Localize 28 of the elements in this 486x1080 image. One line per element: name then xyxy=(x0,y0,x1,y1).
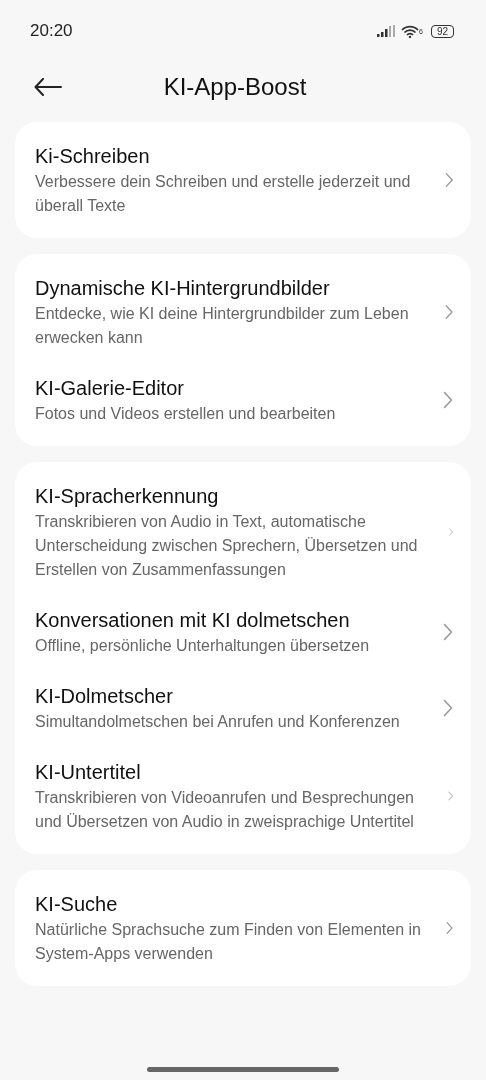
item-description: Offline, persönliche Unterhaltungen übersetzen xyxy=(35,636,371,656)
item-description: Verbessere dein Schreiben und erstelle jederzeit und überall Texte xyxy=(35,172,412,216)
chevron-right-icon[interactable] xyxy=(445,919,453,937)
item-title: KI-Dolmetscher xyxy=(35,684,174,709)
item-title: KI-Galerie-Editor xyxy=(35,376,185,401)
item-description: Simultandolmetschen bei Anrufen und Konferenzen xyxy=(35,712,401,732)
item-description: Transkribieren von Videoanrufen und Besprechungen und Übersetzen von Audio in zweisprachige Untertitel xyxy=(35,788,415,832)
item-description: Transkribieren von Audio in Text, automatische Unterscheidung zwischen Sprechern, Übersetzen und Erstellen von Zusammenfassungen xyxy=(35,512,419,580)
battery-indicator: 92 xyxy=(430,24,454,38)
chevron-right-icon[interactable] xyxy=(443,623,453,641)
item-title: KI-Suche xyxy=(35,892,119,917)
page-title: KI-App-Boost xyxy=(162,72,308,102)
item-description: Fotos und Videos erstellen und bearbeiten xyxy=(35,404,337,424)
status-time: 20:20 xyxy=(30,20,73,43)
item-title: Dynamische KI-Hintergrundbilder xyxy=(35,276,331,301)
chevron-right-icon[interactable] xyxy=(443,699,453,717)
signal-icon xyxy=(376,25,397,37)
item-title: KI-Spracherkennung xyxy=(35,484,220,509)
item-title: Konversationen mit KI dolmetschen xyxy=(35,608,351,633)
chevron-right-icon[interactable] xyxy=(444,303,453,321)
back-arrow-icon[interactable] xyxy=(34,78,62,96)
item-title: Ki-Schreiben xyxy=(35,144,151,169)
chevron-right-icon[interactable] xyxy=(443,391,453,409)
item-title: KI-Untertitel xyxy=(35,760,142,785)
item-description: Natürliche Sprachsuche zum Finden von Elementen in System-Apps verwenden xyxy=(35,920,422,964)
item-description: Entdecke, wie KI deine Hintergrundbilder zum Leben erwecken kann xyxy=(35,304,410,348)
chevron-right-icon[interactable] xyxy=(444,171,453,189)
wifi-icon xyxy=(400,24,419,38)
